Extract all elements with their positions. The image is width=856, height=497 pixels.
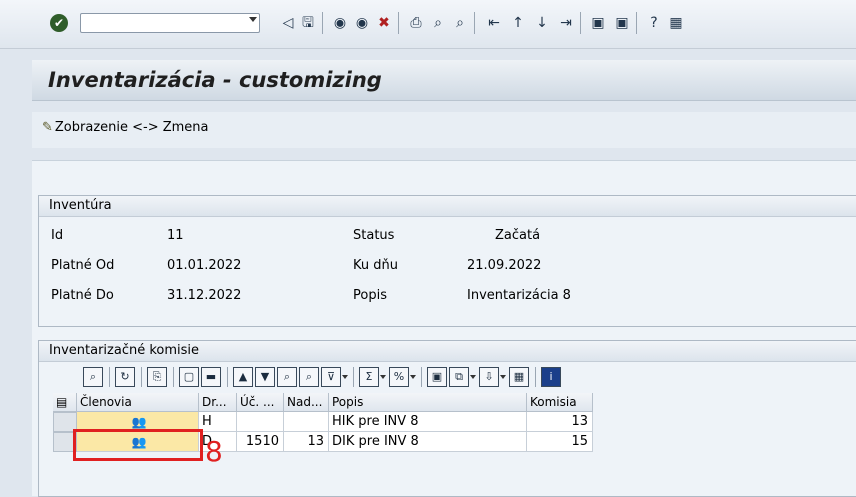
column-header-ucet[interactable]: Úč. ... xyxy=(237,393,284,412)
column-header-nad[interactable]: Nad... xyxy=(284,393,329,412)
sort-ascending-icon[interactable]: ▲ xyxy=(233,367,253,387)
chevron-down-icon[interactable] xyxy=(249,17,257,22)
cell-komisia[interactable]: 15 xyxy=(527,432,593,452)
print-preview-icon[interactable]: ▣ xyxy=(427,367,447,387)
id-value: 11 xyxy=(167,228,184,243)
komisie-group: Inventarizačné komisie ⌕ ↻ ⎘ ▢ ▬ ▲ ▼ ⌕ ⌕… xyxy=(38,340,856,497)
toolbar-separator xyxy=(580,12,581,34)
next-page-icon[interactable]: ↓ xyxy=(532,12,552,34)
pencil-glasses-icon: ✎ xyxy=(42,120,53,135)
new-row-icon[interactable]: ▢ xyxy=(179,367,199,387)
toolbar-separator xyxy=(353,367,354,387)
refresh-icon[interactable]: ↻ xyxy=(115,367,135,387)
toolbar-separator xyxy=(227,367,228,387)
members-icon: 👥 xyxy=(131,415,147,429)
toolbar-separator xyxy=(421,367,422,387)
column-header-clenovia[interactable]: Členovia xyxy=(77,393,199,412)
status-value: Začatá xyxy=(495,228,541,243)
first-page-icon[interactable]: ⇤ xyxy=(484,12,504,34)
ku-dnu-value: 21.09.2022 xyxy=(467,258,542,273)
cell-nad[interactable] xyxy=(284,412,329,432)
group-title: Inventúra xyxy=(39,196,856,217)
popis-value: Inventarizácia 8 xyxy=(467,288,571,303)
cell-ucet[interactable] xyxy=(237,412,284,432)
info-icon[interactable]: i xyxy=(541,367,561,387)
select-all-icon[interactable]: ▤ xyxy=(53,393,77,412)
cell-druh[interactable]: H xyxy=(199,412,237,432)
layout-icon[interactable]: ▦ xyxy=(509,367,529,387)
views-icon[interactable]: ⧉ xyxy=(449,367,476,387)
toolbar-separator xyxy=(322,12,323,34)
save-icon[interactable]: 🖫 xyxy=(298,12,318,34)
application-toolbar: ✎ Zobrazenie <-> Zmena xyxy=(32,112,856,148)
enter-icon[interactable]: ✔ xyxy=(50,14,68,32)
toolbar-separator xyxy=(636,12,637,34)
display-change-button[interactable]: ✎ Zobrazenie <-> Zmena xyxy=(42,120,209,135)
annotation-label: 8 xyxy=(205,435,223,468)
system-toolbar: ✔ ◁ 🖫 ◉ ◉ ✖ ⎙ ⌕ ⌕ ⇤ ↑ ↓ ⇥ ▣ ▣ ? ▦ xyxy=(0,0,856,49)
inventura-group: Inventúra Id 11 Platné Od 01.01.2022 Pla… xyxy=(38,195,856,327)
group-title: Inventarizačné komisie xyxy=(39,341,856,362)
status-label: Status xyxy=(353,228,395,243)
last-page-icon[interactable]: ⇥ xyxy=(556,12,576,34)
find-icon[interactable]: ⌕ xyxy=(277,367,297,387)
prev-page-icon[interactable]: ↑ xyxy=(508,12,528,34)
cell-popis[interactable]: DIK pre INV 8 xyxy=(329,432,527,452)
sum-icon[interactable]: Σ xyxy=(359,367,386,387)
export-icon[interactable]: ⇩ xyxy=(479,367,506,387)
popis-label: Popis xyxy=(353,288,387,303)
cell-komisia[interactable]: 13 xyxy=(527,412,593,432)
platne-od-value: 01.01.2022 xyxy=(167,258,242,273)
command-field[interactable] xyxy=(80,13,260,33)
cell-popis[interactable]: HIK pre INV 8 xyxy=(329,412,527,432)
platne-do-value: 31.12.2022 xyxy=(167,288,242,303)
sort-descending-icon[interactable]: ▼ xyxy=(255,367,275,387)
ku-dnu-label: Ku dňu xyxy=(353,258,398,273)
title-bar: Inventarizácia - customizing xyxy=(32,60,856,101)
create-session-icon[interactable]: ▣ xyxy=(588,12,608,34)
subtotal-icon[interactable]: % xyxy=(389,367,416,387)
toolbar-separator xyxy=(173,367,174,387)
cell-ucet[interactable]: 1510 xyxy=(237,432,284,452)
column-header-druh[interactable]: Dr... xyxy=(199,393,237,412)
cell-nad[interactable]: 13 xyxy=(284,432,329,452)
column-header-komisia[interactable]: Komisia xyxy=(527,393,593,412)
details-icon[interactable]: ⌕ xyxy=(83,367,103,387)
column-header-popis[interactable]: Popis xyxy=(329,393,527,412)
platne-do-label: Platné Do xyxy=(51,288,114,303)
annotation-highlight-box xyxy=(73,429,203,461)
toolbar-separator xyxy=(109,367,110,387)
page-title: Inventarizácia - customizing xyxy=(48,68,382,92)
find-next-icon[interactable]: ⌕ xyxy=(450,12,470,34)
toolbar-separator xyxy=(535,367,536,387)
copy-icon[interactable]: ⎘ xyxy=(147,367,167,387)
back-icon[interactable]: ◁ xyxy=(278,12,298,34)
delete-row-icon[interactable]: ▬ xyxy=(201,367,221,387)
platne-od-label: Platné Od xyxy=(51,258,115,273)
shortcut-icon[interactable]: ▣ xyxy=(612,12,632,34)
print-icon[interactable]: ⎙ xyxy=(406,12,426,34)
toolbar-separator xyxy=(474,12,475,34)
find-next-icon[interactable]: ⌕ xyxy=(299,367,319,387)
id-label: Id xyxy=(51,228,64,243)
alv-toolbar: ⌕ ↻ ⎘ ▢ ▬ ▲ ▼ ⌕ ⌕ ⊽ Σ % ▣ ⧉ ⇩ ▦ i xyxy=(83,365,853,391)
nav-exit-icon[interactable]: ◉ xyxy=(352,12,372,34)
find-icon[interactable]: ⌕ xyxy=(428,12,448,34)
filter-icon[interactable]: ⊽ xyxy=(321,367,348,387)
toolbar-separator xyxy=(398,12,399,34)
toolbar-separator xyxy=(141,367,142,387)
nav-cancel-icon[interactable]: ✖ xyxy=(374,12,394,34)
help-icon[interactable]: ? xyxy=(644,12,664,34)
layout-icon[interactable]: ▦ xyxy=(666,12,686,34)
nav-back-icon[interactable]: ◉ xyxy=(330,12,350,34)
